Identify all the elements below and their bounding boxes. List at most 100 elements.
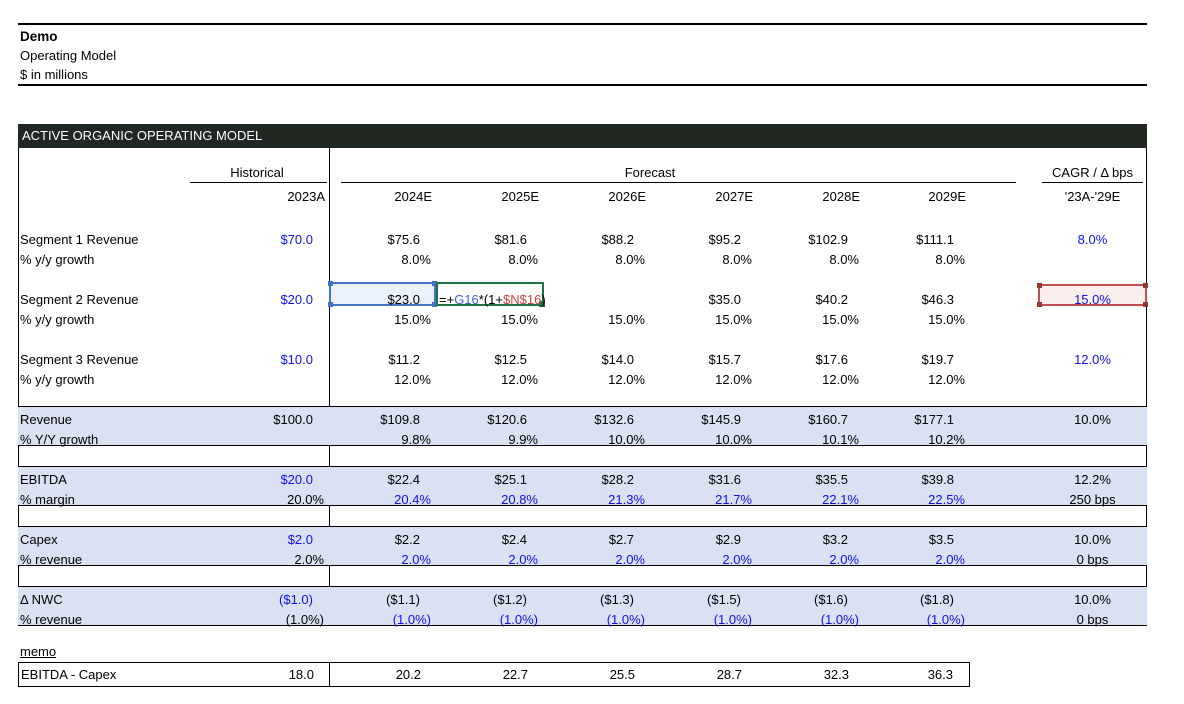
cell-2023A[interactable]: $100.0 <box>185 410 329 430</box>
cell-2029E[interactable]: $39.8 <box>864 470 970 490</box>
cell-2027E[interactable]: 10.0% <box>650 430 757 450</box>
cell-cagr[interactable]: 250 bps <box>1038 490 1147 510</box>
row-label[interactable]: Segment 1 Revenue <box>18 230 185 250</box>
cell-2027E[interactable]: 15.0% <box>650 310 757 330</box>
cell-2026E[interactable]: $88.2 <box>543 230 650 250</box>
cell-2024E[interactable]: $75.6 <box>329 230 436 250</box>
cell-2027E[interactable]: $145.9 <box>650 410 757 430</box>
cell-2028E[interactable]: $3.2 <box>757 530 864 550</box>
row-label[interactable]: Segment 3 Revenue <box>18 350 185 370</box>
cell-cagr[interactable]: 10.0% <box>1038 590 1147 610</box>
cell-2029E[interactable]: ($1.8) <box>864 590 970 610</box>
cell-2023A[interactable]: $20.0 <box>185 290 329 310</box>
cell-2028E[interactable]: (1.0%) <box>757 610 864 630</box>
cell-2025E[interactable]: 15.0% <box>436 310 543 330</box>
cell-2028E[interactable]: $102.9 <box>757 230 864 250</box>
memo-row-label[interactable]: EBITDA - Capex <box>19 663 186 686</box>
cell-2028E[interactable]: $40.2 <box>757 290 864 310</box>
cell-2025E[interactable]: (1.0%) <box>436 610 543 630</box>
cell-2029E[interactable]: (1.0%) <box>864 610 970 630</box>
cell-2024E[interactable]: 20.4% <box>329 490 436 510</box>
sheet-title[interactable]: Demo <box>20 27 116 46</box>
cell-2026E[interactable] <box>543 290 650 310</box>
cell-2026E[interactable]: ($1.3) <box>543 590 650 610</box>
formula-input[interactable]: =+G16*(1+$N$16) <box>436 290 543 310</box>
cell-2028E[interactable]: 12.0% <box>757 370 864 390</box>
cell-2029E[interactable]: $111.1 <box>864 230 970 250</box>
memo-cell-2029E[interactable]: 36.3 <box>865 663 969 686</box>
memo-heading[interactable]: memo <box>20 644 56 660</box>
cell-cagr[interactable]: 12.0% <box>1038 350 1147 370</box>
cell-2024E[interactable]: (1.0%) <box>329 610 436 630</box>
row-label[interactable]: Capex <box>18 530 185 550</box>
cell-2026E[interactable]: $28.2 <box>543 470 650 490</box>
cell-2025E[interactable]: 8.0% <box>436 250 543 270</box>
cell-2025E[interactable]: $2.4 <box>436 530 543 550</box>
cell-cagr[interactable]: 10.0% <box>1038 410 1147 430</box>
cell-2029E[interactable]: 22.5% <box>864 490 970 510</box>
row-label[interactable]: Segment 2 Revenue <box>18 290 185 310</box>
cell-2025E[interactable]: 20.8% <box>436 490 543 510</box>
cell-2029E[interactable]: $19.7 <box>864 350 970 370</box>
row-label[interactable]: % Y/Y growth <box>18 430 185 450</box>
cell-2023A[interactable]: ($1.0) <box>185 590 329 610</box>
cell-2028E[interactable]: 8.0% <box>757 250 864 270</box>
cell-2023A[interactable] <box>185 370 329 390</box>
cell-2023A[interactable]: $20.0 <box>185 470 329 490</box>
cell-2027E[interactable]: (1.0%) <box>650 610 757 630</box>
row-label[interactable]: Δ NWC <box>18 590 185 610</box>
cell-2026E[interactable]: $14.0 <box>543 350 650 370</box>
cell-2028E[interactable]: 10.1% <box>757 430 864 450</box>
cell-2028E[interactable]: $17.6 <box>757 350 864 370</box>
sheet-units[interactable]: $ in millions <box>20 65 116 84</box>
cell-2029E[interactable]: 2.0% <box>864 550 970 570</box>
cell-2023A[interactable]: (1.0%) <box>185 610 329 630</box>
row-label[interactable]: % y/y growth <box>18 310 185 330</box>
cell-2024E[interactable]: 8.0% <box>329 250 436 270</box>
cell-cagr[interactable] <box>1038 310 1147 330</box>
cell-2028E[interactable]: 2.0% <box>757 550 864 570</box>
memo-cell-2023A[interactable]: 18.0 <box>186 663 330 686</box>
cell-cagr[interactable]: 15.0% <box>1038 290 1147 310</box>
cell-cagr[interactable] <box>1038 250 1147 270</box>
cell-2026E[interactable]: 12.0% <box>543 370 650 390</box>
cell-2024E[interactable]: $22.4 <box>329 470 436 490</box>
cell-2024E[interactable]: 15.0% <box>329 310 436 330</box>
cell-cagr[interactable]: 0 bps <box>1038 550 1147 570</box>
memo-cell-2027E[interactable]: 28.7 <box>651 663 758 686</box>
cell-cagr[interactable] <box>1038 370 1147 390</box>
cell-2025E[interactable]: $25.1 <box>436 470 543 490</box>
cell-2026E[interactable]: 2.0% <box>543 550 650 570</box>
cell-2029E[interactable]: $177.1 <box>864 410 970 430</box>
cell-2029E[interactable]: $3.5 <box>864 530 970 550</box>
cell-2028E[interactable]: $35.5 <box>757 470 864 490</box>
cell-2025E[interactable]: $120.6 <box>436 410 543 430</box>
cell-2028E[interactable]: ($1.6) <box>757 590 864 610</box>
cell-2023A[interactable]: $2.0 <box>185 530 329 550</box>
cell-2023A[interactable] <box>185 430 329 450</box>
cell-2027E[interactable]: 12.0% <box>650 370 757 390</box>
cell-2028E[interactable]: 15.0% <box>757 310 864 330</box>
cell-cagr[interactable]: 12.2% <box>1038 470 1147 490</box>
cell-2027E[interactable]: $15.7 <box>650 350 757 370</box>
row-label[interactable]: % margin <box>18 490 185 510</box>
cell-2024E[interactable]: $109.8 <box>329 410 436 430</box>
cell-2024E[interactable]: 12.0% <box>329 370 436 390</box>
cell-2024E[interactable]: $2.2 <box>329 530 436 550</box>
cell-2026E[interactable]: 21.3% <box>543 490 650 510</box>
cell-2029E[interactable]: 10.2% <box>864 430 970 450</box>
cell-2027E[interactable]: ($1.5) <box>650 590 757 610</box>
cell-2027E[interactable]: $35.0 <box>650 290 757 310</box>
row-label[interactable]: % revenue <box>18 550 185 570</box>
cell-2027E[interactable]: 8.0% <box>650 250 757 270</box>
cell-2027E[interactable]: $95.2 <box>650 230 757 250</box>
row-label[interactable]: EBITDA <box>18 470 185 490</box>
cell-2029E[interactable]: $46.3 <box>864 290 970 310</box>
cell-2028E[interactable]: $160.7 <box>757 410 864 430</box>
cell-2027E[interactable]: 2.0% <box>650 550 757 570</box>
cell-2024E[interactable]: 2.0% <box>329 550 436 570</box>
memo-cell-2028E[interactable]: 32.3 <box>758 663 865 686</box>
cell-2025E[interactable]: $81.6 <box>436 230 543 250</box>
cell-2026E[interactable]: $132.6 <box>543 410 650 430</box>
cell-2023A[interactable]: $10.0 <box>185 350 329 370</box>
